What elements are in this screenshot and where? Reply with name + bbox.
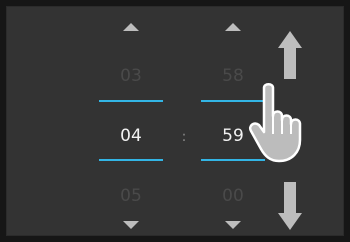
hour-column[interactable]: 03 04 05: [99, 6, 163, 236]
hour-previous-value[interactable]: 03: [99, 66, 163, 86]
time-separator: :: [181, 129, 187, 145]
time-picker-panel: 03 04 05 : 58 59 00: [6, 6, 344, 236]
hour-next-value[interactable]: 05: [99, 186, 163, 206]
hour-selection-line-bottom: [99, 159, 163, 161]
minute-increment-button[interactable]: [201, 22, 265, 42]
chevron-up-icon: [123, 23, 139, 31]
hour-increment-button[interactable]: [99, 22, 163, 42]
minute-decrement-button[interactable]: [201, 220, 265, 240]
hour-selection-line-top: [99, 100, 163, 102]
minute-next-value[interactable]: 00: [201, 186, 265, 206]
chevron-down-icon: [225, 221, 241, 229]
arrow-up-icon: [278, 31, 302, 79]
hour-decrement-button[interactable]: [99, 220, 163, 240]
chevron-up-icon: [225, 23, 241, 31]
scroll-down-arrow[interactable]: [276, 181, 304, 235]
hand-pointer-icon: [248, 82, 318, 168]
chevron-down-icon: [123, 221, 139, 229]
arrow-down-icon: [278, 182, 302, 230]
hour-current-value[interactable]: 04: [99, 126, 163, 146]
scroll-up-arrow[interactable]: [276, 30, 304, 84]
